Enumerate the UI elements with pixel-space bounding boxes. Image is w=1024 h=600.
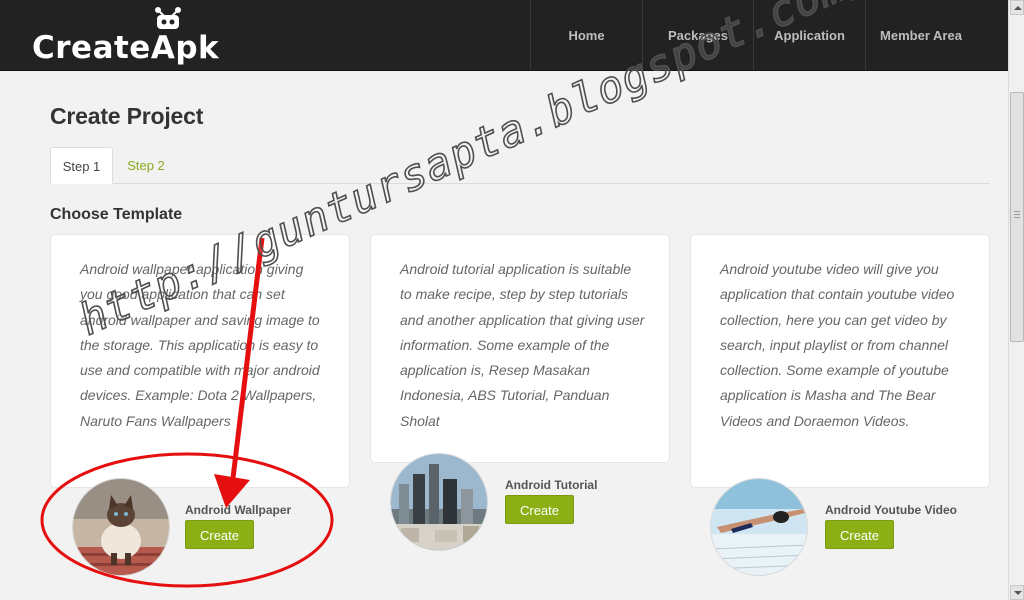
main-nav: Home Packages Application Member Area <box>530 0 976 70</box>
section-title: Choose Template <box>50 206 183 223</box>
create-wallpaper-button[interactable]: Create <box>185 520 254 549</box>
arrow-down-icon <box>1014 591 1022 595</box>
swimmer-image <box>711 479 807 575</box>
template-name-wallpaper: Android Wallpaper <box>185 503 292 517</box>
top-navbar: CreateApk Home Packages Application Memb… <box>0 0 1008 71</box>
template-card-youtube: Android youtube video will give you appl… <box>690 234 990 488</box>
scroll-up-button[interactable] <box>1010 0 1024 15</box>
cat-thumbnail <box>72 478 170 576</box>
arrow-up-icon <box>1014 6 1022 10</box>
template-name-youtube: Android Youtube Video <box>825 503 957 517</box>
tab-step-2[interactable]: Step 2 <box>114 147 178 184</box>
page-scrollbar[interactable] <box>1008 0 1024 600</box>
create-youtube-button[interactable]: Create <box>825 520 894 549</box>
template-card-tutorial: Android tutorial application is suitable… <box>370 234 670 463</box>
swimmer-thumbnail <box>710 478 808 576</box>
city-image <box>391 454 487 550</box>
nav-member-area[interactable]: Member Area <box>865 0 976 70</box>
template-description: Android tutorial application is suitable… <box>400 261 645 429</box>
robot-icon <box>155 7 181 29</box>
grip-icon <box>1014 211 1020 220</box>
scroll-down-button[interactable] <box>1010 585 1024 600</box>
tabs-divider <box>50 183 990 184</box>
template-description: Android wallpaper application giving you… <box>80 261 320 429</box>
template-description: Android youtube video will give you appl… <box>720 261 955 429</box>
cat-image <box>73 479 169 575</box>
template-card-wallpaper: Android wallpaper application giving you… <box>50 234 350 488</box>
nav-home[interactable]: Home <box>530 0 642 70</box>
nav-application[interactable]: Application <box>753 0 865 70</box>
tab-step-1[interactable]: Step 1 <box>50 147 113 184</box>
scroll-thumb[interactable] <box>1010 92 1024 342</box>
template-name-tutorial: Android Tutorial <box>505 478 598 492</box>
nav-packages[interactable]: Packages <box>642 0 753 70</box>
logo-text: CreateApk <box>32 30 220 66</box>
page-title: Create Project <box>50 103 204 129</box>
create-tutorial-button[interactable]: Create <box>505 495 574 524</box>
city-thumbnail <box>390 453 488 551</box>
